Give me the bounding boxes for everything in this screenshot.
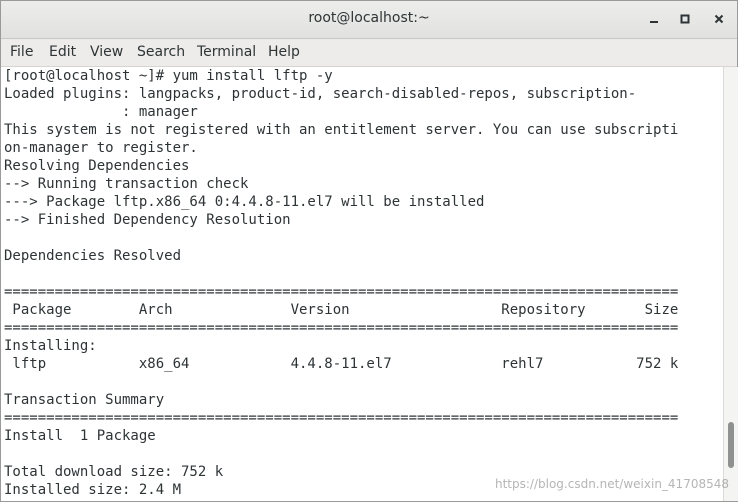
terminal-line: Resolving Dependencies	[4, 158, 190, 174]
menu-file[interactable]: File	[10, 44, 33, 60]
terminal-line: lftp x86_64 4.4.8-11.el7 rehl7 752 k	[4, 356, 679, 372]
terminal-line: [root@localhost ~]# yum install lftp -y	[4, 68, 333, 84]
terminal-line: Dependencies Resolved	[4, 248, 182, 264]
terminal-window: root@localhost:~ File Edit View Search T…	[0, 0, 738, 502]
title-bar[interactable]: root@localhost:~	[1, 1, 737, 39]
close-icon[interactable]	[708, 8, 730, 30]
terminal-output[interactable]: [root@localhost ~]# yum install lftp -y …	[1, 67, 723, 501]
terminal-line: ---> Package lftp.x86_64 0:4.4.8-11.el7 …	[4, 194, 485, 210]
terminal-line: ========================================…	[4, 410, 679, 426]
terminal-line: --> Finished Dependency Resolution	[4, 212, 291, 228]
terminal-line: Transaction Summary	[4, 392, 165, 408]
window-title: root@localhost:~	[308, 10, 430, 26]
menu-view[interactable]: View	[90, 44, 123, 60]
maximize-icon[interactable]	[674, 8, 696, 30]
terminal-line: This system is not registered with an en…	[4, 122, 679, 138]
terminal-line: : manager	[4, 104, 198, 120]
terminal-line: on-manager to register.	[4, 140, 198, 156]
menu-search[interactable]: Search	[137, 44, 185, 60]
menu-terminal[interactable]: Terminal	[197, 44, 256, 60]
terminal-line: Loaded plugins: langpacks, product-id, s…	[4, 86, 637, 102]
menu-edit[interactable]: Edit	[49, 44, 76, 60]
terminal-line: Installed size: 2.4 M	[4, 482, 182, 498]
terminal-line: Total download size: 752 k	[4, 464, 224, 480]
terminal-line: Install 1 Package	[4, 428, 156, 444]
terminal-line: Package Arch Version Repository Size	[4, 302, 679, 318]
vertical-scrollbar[interactable]	[723, 67, 738, 501]
watermark-text: https://blog.csdn.net/weixin_41708548	[494, 477, 729, 491]
minimize-icon[interactable]	[643, 8, 665, 30]
menu-help[interactable]: Help	[268, 44, 300, 60]
terminal-line: --> Running transaction check	[4, 176, 249, 192]
menu-bar: File Edit View Search Terminal Help	[1, 39, 737, 67]
scrollbar-thumb[interactable]	[728, 422, 734, 468]
terminal-line: Installing:	[4, 338, 97, 354]
terminal-line: ========================================…	[4, 320, 679, 336]
terminal-line: ========================================…	[4, 284, 679, 300]
